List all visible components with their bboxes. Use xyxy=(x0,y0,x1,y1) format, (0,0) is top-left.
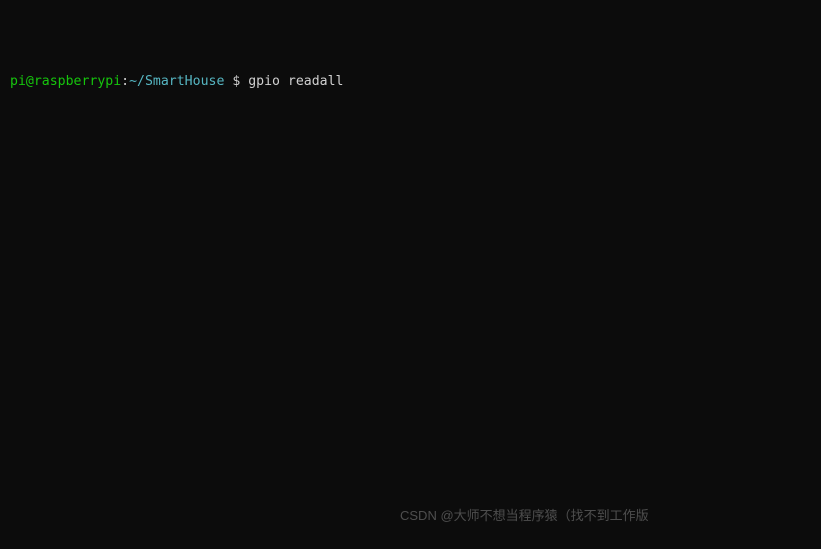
watermark: CSDN @大师不想当程序猿（找不到工作版 xyxy=(400,508,649,525)
prompt-user: pi@raspberrypi xyxy=(10,74,121,89)
prompt-path: ~/SmartHouse xyxy=(129,74,224,89)
command-input[interactable]: gpio readall xyxy=(248,74,343,89)
prompt-sep: : xyxy=(121,74,129,89)
prompt-dollar: $ xyxy=(224,74,248,89)
shell-prompt: pi@raspberrypi:~/SmartHouse $ xyxy=(10,74,248,89)
